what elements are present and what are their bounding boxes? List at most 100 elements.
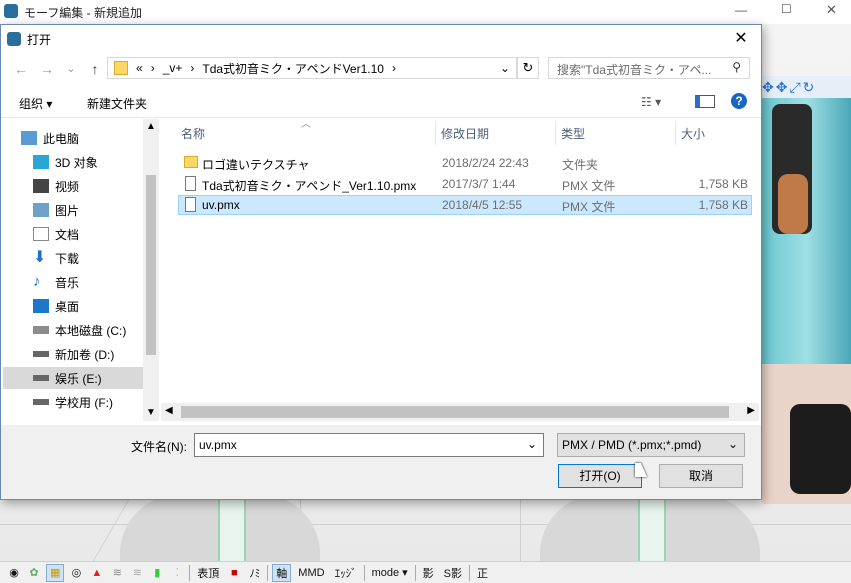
navigation-pane: 此电脑 3D 对象 视频 图片 文档 ⬇ 下载 ♪ 音乐 桌面 本地磁盘 (C:) … [3, 119, 159, 421]
app-icon [4, 4, 18, 18]
preview-pane-icon[interactable] [695, 95, 715, 108]
maximize-button[interactable]: ☐ [781, 2, 792, 16]
nav-item-pictures[interactable]: 图片 [33, 199, 159, 221]
file-type-select[interactable]: PMX / PMD (*.pmx;*.pmd) ⌄ [557, 433, 745, 457]
file-row[interactable]: Tda式初音ミク・アペンド_Ver1.10.pmx 2017/3/7 1:44 … [178, 174, 752, 194]
scroll-left-icon[interactable]: ◀ [165, 405, 173, 416]
nav-item-drive-e[interactable]: 娱乐 (E:) [3, 367, 143, 389]
nav-item-drive-c[interactable]: 本地磁盘 (C:) [33, 319, 159, 341]
app-title: モーフ編集 - 新規追加 [24, 6, 142, 20]
bottom-toolbar: ◉ ✿ ▦ ◎ ▲ ≋ ≋ ▮ ⁚ 表頂 ■ ﾉﾐ 軸 MMD ｴｯｼﾞ mod… [0, 561, 851, 583]
breadcrumb-item[interactable]: Tda式初音ミク・アペンドVer1.10 [202, 60, 384, 77]
nav-item-drive-d[interactable]: 新加卷 (D:) [33, 343, 159, 365]
select-icon[interactable]: ▦ [46, 563, 65, 582]
color-icon[interactable]: ■ [226, 564, 242, 582]
filename-label: 文件名(N): [131, 440, 187, 454]
recent-locations-icon[interactable]: ⌄ [61, 59, 81, 79]
chevron-down-icon[interactable]: ⌄ [527, 437, 537, 451]
model-glove [790, 404, 851, 494]
nav-item-3d-objects[interactable]: 3D 对象 [33, 151, 159, 173]
scroll-up-icon[interactable]: ▲ [146, 121, 156, 132]
breadcrumb-item[interactable]: _v+ [163, 61, 183, 75]
dot-icon[interactable]: ⁚ [169, 564, 185, 582]
nav-item-this-pc[interactable]: 此电脑 [21, 127, 159, 149]
model-detail [218, 494, 246, 561]
open-file-dialog: 打开 ✕ ← → ⌄ ↑ « › _v+ › Tda式初音ミク・アペンドVer1… [0, 24, 762, 500]
view-options-icon[interactable]: ☷ ▾ [641, 95, 661, 109]
address-overflow[interactable]: « [136, 61, 143, 75]
address-bar[interactable]: « › _v+ › Tda式初音ミク・アペンドVer1.10 › ⌄ [107, 57, 517, 79]
scroll-thumb[interactable] [146, 175, 156, 355]
search-icon: ⚲ [732, 60, 741, 74]
music-icon: ♪ [33, 273, 41, 290]
toolbar-item[interactable]: ﾉﾐ [246, 564, 263, 582]
move-icon[interactable]: ✥ [776, 79, 788, 96]
mesh-icon[interactable]: ✿ [26, 564, 42, 582]
navigation-row: ← → ⌄ ↑ « › _v+ › Tda式初音ミク・アペンドVer1.10 ›… [1, 53, 761, 85]
toolbar-item[interactable]: 表頂 [194, 564, 222, 582]
model-detail [638, 494, 666, 561]
wave-icon[interactable]: ≋ [109, 564, 125, 582]
nav-item-videos[interactable]: 视频 [33, 175, 159, 197]
up-icon[interactable]: ↑ [85, 59, 105, 79]
folder-icon [184, 156, 198, 168]
model-accessory [778, 174, 808, 234]
nav-scrollbar[interactable]: ▲ ▼ [143, 119, 159, 421]
column-type[interactable]: 类型 [561, 125, 585, 142]
dialog-title: 打开 [27, 33, 52, 47]
point-icon[interactable]: ◉ [6, 564, 22, 582]
file-icon [185, 197, 196, 212]
organize-button[interactable]: 组织 ▾ [19, 95, 52, 112]
scroll-right-icon[interactable]: ▶ [747, 405, 755, 416]
wave-icon[interactable]: ≋ [129, 564, 145, 582]
documents-icon [33, 227, 49, 241]
open-button[interactable]: 打开(O) [558, 464, 642, 488]
nav-item-music[interactable]: ♪ 音乐 [33, 271, 159, 293]
mode-dropdown[interactable]: mode ▾ [369, 564, 411, 582]
nav-item-desktop[interactable]: 桌面 [33, 295, 159, 317]
scroll-down-icon[interactable]: ▼ [146, 407, 156, 418]
target-icon[interactable]: ◎ [68, 564, 84, 582]
nav-item-documents[interactable]: 文档 [33, 223, 159, 245]
bar-icon[interactable]: ▮ [149, 564, 165, 582]
minimize-button[interactable]: — [735, 3, 747, 17]
search-input[interactable]: 搜索"Tda式初音ミク・アペ... ⚲ [548, 57, 750, 79]
horizontal-scrollbar[interactable]: ◀ ▶ [161, 403, 759, 421]
toolbar-item[interactable]: ｴｯｼﾞ [332, 564, 360, 582]
column-name[interactable]: 名称 [181, 125, 205, 142]
back-icon[interactable]: ← [11, 59, 31, 79]
scale-icon[interactable]: ⤢ [789, 79, 800, 96]
forward-icon[interactable]: → [37, 59, 57, 79]
close-icon[interactable]: ✕ [729, 28, 753, 50]
chevron-down-icon[interactable]: ⌄ [500, 61, 510, 75]
new-folder-button[interactable]: 新建文件夹 [87, 95, 147, 112]
column-date[interactable]: 修改日期 [441, 125, 489, 142]
app-title-bar: モーフ編集 - 新規追加 — ☐ ✕ [0, 0, 851, 24]
filename-input[interactable]: uv.pmx ⌄ [194, 433, 544, 457]
file-list-header: 名称 ︿ 修改日期 类型 大小 [173, 119, 755, 145]
folder-icon [114, 61, 128, 75]
nav-item-downloads[interactable]: ⬇ 下载 [33, 247, 159, 269]
file-row-selected[interactable]: uv.pmx 2018/4/5 12:55 PMX 文件 1,758 KB [178, 195, 752, 215]
toolbar-item[interactable]: 軸 [272, 563, 292, 582]
file-icon [185, 176, 196, 191]
toolbar-item[interactable]: S影 [441, 564, 465, 582]
file-row[interactable]: ロゴ違いテクスチャ 2018/2/24 22:43 文件夹 [178, 153, 752, 173]
nav-item-drive-f[interactable]: 学校用 (F:) [33, 391, 159, 413]
toolbar-item[interactable]: MMD [295, 564, 327, 582]
toolbar-item[interactable]: 正 [474, 564, 491, 582]
rotate-icon[interactable]: ↻ [803, 79, 815, 96]
help-icon[interactable]: ? [731, 93, 747, 109]
app-close-button[interactable]: ✕ [826, 2, 837, 18]
move-icon[interactable]: ✥ [762, 79, 774, 96]
app-icon [7, 32, 21, 46]
scroll-thumb[interactable] [181, 406, 729, 418]
triangle-icon[interactable]: ▲ [88, 564, 105, 582]
refresh-icon[interactable]: ↻ [517, 57, 539, 79]
toolbar-item[interactable]: 影 [420, 564, 437, 582]
chevron-down-icon: ⌄ [727, 437, 738, 451]
column-size[interactable]: 大小 [681, 125, 705, 142]
gizmo-toolbar: ✥ ✥ ⤢ ↻ [762, 76, 851, 98]
mouse-cursor-icon [635, 463, 647, 477]
cancel-button[interactable]: 取消 [659, 464, 743, 488]
